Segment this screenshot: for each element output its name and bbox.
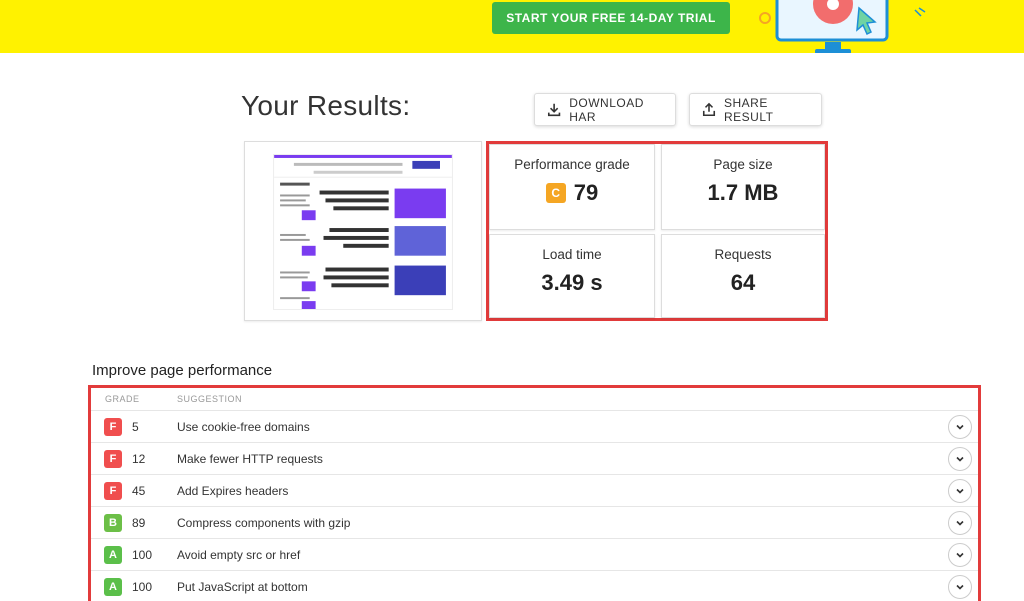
row-score: 45 xyxy=(132,483,146,498)
performance-grade-value: 79 xyxy=(573,180,599,205)
share-result-button[interactable]: SHARE RESULT xyxy=(689,93,822,126)
row-suggestion: Compress components with gzip xyxy=(177,515,351,530)
chevron-down-icon xyxy=(956,520,964,526)
download-har-label: DOWNLOAD HAR xyxy=(569,95,644,124)
grade-badge: F xyxy=(104,449,122,468)
performance-grade-badge: C xyxy=(545,183,566,203)
start-trial-button[interactable]: START YOUR FREE 14-DAY TRIAL xyxy=(492,2,730,34)
grade-badge: A xyxy=(104,577,122,596)
expand-row-button[interactable] xyxy=(948,510,972,535)
row-score: 89 xyxy=(132,515,146,530)
load-time-card: Load time 3.49 s xyxy=(489,234,655,318)
table-row[interactable]: A 100 Put JavaScript at bottom xyxy=(91,570,978,601)
row-suggestion: Add Expires headers xyxy=(177,483,289,498)
expand-row-button[interactable] xyxy=(948,446,972,471)
grade-badge: B xyxy=(104,513,122,532)
performance-grade-label: Performance grade xyxy=(514,157,630,172)
table-header: GRADE SUGGESTION xyxy=(91,388,978,410)
page-size-label: Page size xyxy=(713,157,773,172)
expand-row-button[interactable] xyxy=(948,414,972,439)
row-suggestion: Avoid empty src or href xyxy=(177,547,301,562)
column-header-grade: GRADE xyxy=(105,394,140,404)
performance-grade-card: Performance grade C 79 xyxy=(489,144,655,230)
monitor-illustration-icon xyxy=(759,0,926,53)
table-row[interactable]: F 12 Make fewer HTTP requests xyxy=(91,442,978,474)
row-score: 5 xyxy=(132,419,139,434)
column-header-suggestion: SUGGESTION xyxy=(177,394,243,404)
download-icon xyxy=(547,103,561,116)
row-score: 100 xyxy=(132,579,153,594)
share-result-label: SHARE RESULT xyxy=(724,95,774,124)
chevron-down-icon xyxy=(956,584,964,590)
requests-card: Requests 64 xyxy=(661,234,825,318)
table-row[interactable]: B 89 Compress components with gzip xyxy=(91,506,978,538)
table-row[interactable]: A 100 Avoid empty src or href xyxy=(91,538,978,570)
performance-grade-value-row: C 79 xyxy=(545,180,599,206)
promo-banner: START YOUR FREE 14-DAY TRIAL xyxy=(0,0,1024,53)
table-row[interactable]: F 5 Use cookie-free domains xyxy=(91,410,978,442)
expand-row-button[interactable] xyxy=(948,574,972,599)
results-title: Your Results: xyxy=(241,90,411,121)
expand-row-button[interactable] xyxy=(948,542,972,567)
row-suggestion: Put JavaScript at bottom xyxy=(177,579,308,594)
row-suggestion: Make fewer HTTP requests xyxy=(177,451,323,466)
chevron-down-icon xyxy=(956,456,964,462)
page-screenshot-card xyxy=(244,141,482,321)
load-time-value: 3.49 s xyxy=(541,270,603,295)
row-score: 100 xyxy=(132,547,153,562)
chevron-down-icon xyxy=(956,552,964,558)
page-screenshot-thumbnail xyxy=(273,154,453,310)
page-size-value: 1.7 MB xyxy=(707,180,779,205)
chevron-down-icon xyxy=(956,424,964,430)
chevron-down-icon xyxy=(956,488,964,494)
download-har-button[interactable]: DOWNLOAD HAR xyxy=(534,93,676,126)
table-row[interactable]: F 45 Add Expires headers xyxy=(91,474,978,506)
row-suggestion: Use cookie-free domains xyxy=(177,419,310,434)
row-score: 12 xyxy=(132,451,146,466)
requests-label: Requests xyxy=(714,247,772,262)
suggestions-table: GRADE SUGGESTION F 5 Use cookie-free dom… xyxy=(88,385,981,601)
load-time-label: Load time xyxy=(542,247,602,262)
page-size-card: Page size 1.7 MB xyxy=(661,144,825,230)
requests-value: 64 xyxy=(730,270,756,295)
upload-icon xyxy=(702,102,716,116)
grade-badge: F xyxy=(104,417,122,436)
expand-row-button[interactable] xyxy=(948,478,972,503)
improve-section-title: Improve page performance xyxy=(92,362,273,379)
grade-badge: F xyxy=(104,481,122,500)
grade-badge: A xyxy=(104,545,122,564)
